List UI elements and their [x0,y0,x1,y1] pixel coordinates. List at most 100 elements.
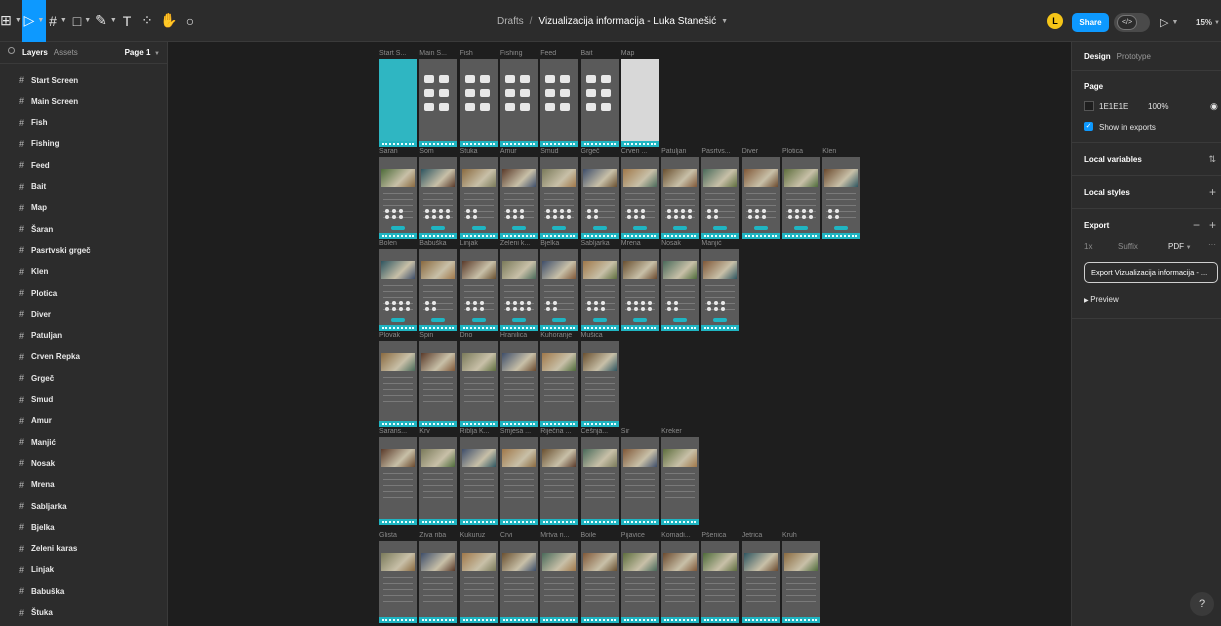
screen-frame[interactable] [580,249,619,331]
tab-design[interactable]: Design [1084,52,1111,61]
frame-label[interactable]: Kuhoranje [540,332,580,339]
text-tool[interactable]: T [118,0,136,42]
frame-label[interactable]: Crven ... [621,148,661,155]
present-button[interactable]: ▷ ▼ [1160,13,1178,32]
resources-tool[interactable]: ⁘ [136,0,158,42]
frame-label[interactable]: Bjelka [540,240,580,247]
screen-frame[interactable] [580,59,619,147]
export-format-select[interactable]: PDF ▼ [1168,242,1192,251]
layer-item[interactable]: # Patuljan [0,326,167,346]
tab-prototype[interactable]: Prototype [1117,52,1151,61]
layer-item[interactable]: # Grgeč [0,368,167,388]
frame-label[interactable]: Sir [621,428,661,435]
layer-item[interactable]: # Nosak [0,453,167,473]
frame-label[interactable]: Kreker [661,428,701,435]
frame-label[interactable]: Fishing [500,50,540,57]
screen-frame[interactable] [782,157,820,239]
screen-frame[interactable] [379,59,417,147]
frame-label[interactable]: Pijavice [621,532,661,539]
remove-export-icon[interactable]: − [1193,219,1200,231]
frame-label[interactable]: Šaran [379,148,419,155]
frame-label[interactable]: Pšenica [701,532,741,539]
variables-icon[interactable]: ⇅ [1208,153,1216,165]
design-canvas[interactable]: Start S... Main S... Fish Fishing Feed Bait Ma… [168,42,1071,626]
file-name[interactable]: Vizualizacija informacija - Luka Staneši… [538,16,716,27]
frame-label[interactable]: Živa riba [419,532,459,539]
screen-frame[interactable] [379,341,417,427]
screen-frame[interactable] [661,541,700,623]
frame-label[interactable]: Diver [742,148,782,155]
screen-frame[interactable] [741,157,780,239]
layer-item[interactable]: # Amur [0,411,167,431]
layer-item[interactable]: # Zeleni karas [0,539,167,559]
layer-item[interactable]: # Klen [0,262,167,282]
screen-frame[interactable] [782,541,820,623]
frame-label[interactable]: Babuška [419,240,459,247]
layer-item[interactable]: # Fishing [0,134,167,154]
frame-label[interactable]: Fish [460,50,500,57]
screen-frame[interactable] [661,437,700,525]
local-variables-section[interactable]: Local variables ⇅ [1072,143,1221,176]
layer-item[interactable]: # Mrena [0,475,167,495]
frame-label[interactable]: Kruh [782,532,822,539]
layer-item[interactable]: # Šaran [0,219,167,239]
frame-label[interactable]: Zeleni k... [500,240,540,247]
screen-frame[interactable] [459,249,498,331]
help-button[interactable]: ? [1190,592,1214,616]
screen-frame[interactable] [580,437,619,525]
screen-frame[interactable] [580,541,619,623]
screen-frame[interactable] [379,157,417,239]
frame-label[interactable]: Spin [419,332,459,339]
screen-frame[interactable] [661,157,700,239]
preview-toggle[interactable]: ▶ Preview [1084,295,1119,304]
screen-frame[interactable] [620,541,659,623]
layer-item[interactable]: # Sabljarka [0,496,167,516]
frame-label[interactable]: Bolen [379,240,419,247]
tab-assets[interactable]: Assets [54,48,78,57]
screen-frame[interactable] [379,437,417,525]
screen-frame[interactable] [540,249,579,331]
comment-tool[interactable]: ○ [180,0,200,42]
frame-label[interactable]: Pasrtvs... [701,148,741,155]
frame-label[interactable]: Mušica [581,332,621,339]
layer-item[interactable]: # Manjić [0,432,167,452]
screen-frame[interactable] [540,541,579,623]
screen-frame[interactable] [620,59,659,147]
screen-frame[interactable] [419,59,458,147]
more-options-icon[interactable]: ··· [1208,240,1216,249]
screen-frame[interactable] [620,249,659,331]
frame-label[interactable]: Linjak [460,240,500,247]
frame-label[interactable]: Crvi [500,532,540,539]
screen-frame[interactable] [499,541,538,623]
frame-label[interactable]: Smjesa ... [500,428,540,435]
frame-label[interactable]: Mrtva ri... [540,532,580,539]
add-export-icon[interactable]: + [1209,219,1216,231]
layer-item[interactable]: # Bait [0,177,167,197]
screen-frame[interactable] [379,541,417,623]
screen-frame[interactable] [419,341,458,427]
screen-frame[interactable] [741,541,780,623]
pen-tool[interactable]: ✎ ▼ [94,0,118,42]
frame-label[interactable]: Češnja... [581,428,621,435]
hand-tool[interactable]: ✋ [158,0,180,42]
frame-label[interactable]: Sabljarka [581,240,621,247]
layer-item[interactable]: # Babuška [0,581,167,601]
frame-tool[interactable]: # ▼ [46,0,70,42]
screen-frame[interactable] [499,437,538,525]
frame-label[interactable]: Map [621,50,661,57]
frame-label[interactable]: Šarans... [379,428,419,435]
frame-label[interactable]: Riblja K... [460,428,500,435]
screen-frame[interactable] [419,437,458,525]
add-style-icon[interactable]: + [1209,186,1216,198]
show-in-exports-checkbox[interactable]: ✓ [1084,122,1093,131]
frame-label[interactable]: Riječna ... [540,428,580,435]
frame-label[interactable]: Boile [581,532,621,539]
export-scale[interactable]: 1x [1084,242,1092,251]
frame-label[interactable]: Štuka [460,148,500,155]
frame-label[interactable]: Dno [460,332,500,339]
page-opacity-value[interactable]: 100% [1148,102,1168,111]
page-selector[interactable]: Page 1 ▼ [125,48,160,57]
layer-item[interactable]: # Linjak [0,560,167,580]
frame-label[interactable]: Start S... [379,50,419,57]
screen-frame[interactable] [540,59,579,147]
